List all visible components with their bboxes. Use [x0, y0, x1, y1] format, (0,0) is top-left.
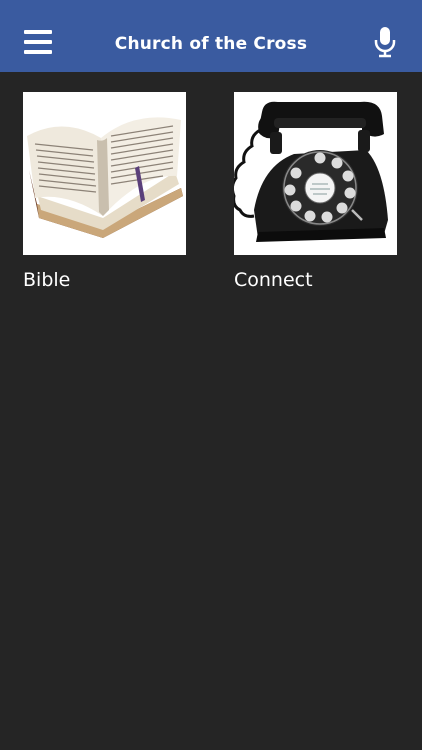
app-title: Church of the Cross: [114, 34, 308, 54]
tile-connect[interactable]: Connect: [234, 92, 397, 291]
tile-bible[interactable]: Bible: [23, 92, 186, 291]
tile-label-connect: Connect: [234, 269, 313, 291]
rotary-telephone-image: [234, 92, 397, 255]
tile-label-bible: Bible: [23, 269, 71, 291]
top-app-bar: Church of the Cross: [0, 0, 422, 72]
app-screen: Church of the Cross Bible Connect: [0, 0, 422, 750]
microphone-icon[interactable]: [374, 26, 396, 58]
open-bible-image: [23, 92, 186, 255]
